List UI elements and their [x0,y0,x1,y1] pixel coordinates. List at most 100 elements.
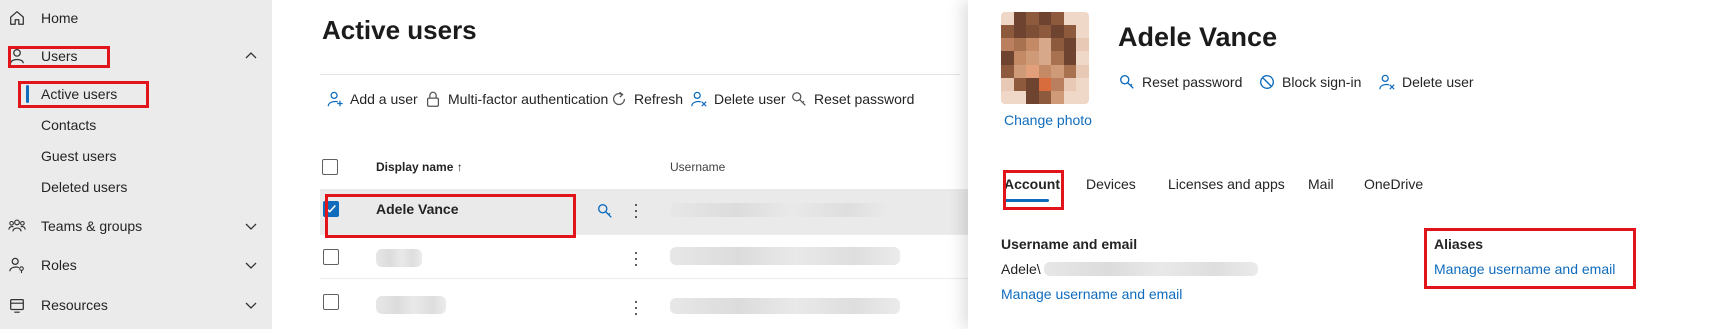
nav-teams-groups[interactable]: Teams & groups [0,210,272,242]
avatar-tile [1076,12,1089,26]
key-search-icon [1120,75,1134,89]
avatar-tile [1063,51,1077,65]
delete-user-button[interactable]: Delete user [690,89,786,109]
delete-user-button[interactable]: Delete user [1378,72,1474,92]
mfa-label: Multi-factor authentication [448,91,609,107]
avatar-tile [1026,77,1039,91]
nav-resources-label: Resources [41,297,108,313]
avatar-tile [1001,77,1014,91]
row-username-redacted [670,203,892,217]
row-display-name-redacted [376,249,422,267]
chevron-down-icon[interactable] [244,298,258,312]
manage-username-link[interactable]: Manage username and email [1001,286,1182,302]
refresh-button[interactable]: Refresh [610,89,683,109]
block-signin-button[interactable]: Block sign-in [1258,72,1361,92]
avatar-tile [1063,38,1077,52]
avatar-tile [1013,77,1027,91]
person-key-icon [9,257,24,274]
nav-home[interactable]: Home [0,2,272,34]
avatar-tile [1051,90,1064,104]
avatar-tile [1051,77,1064,91]
grid-header: Display name ↑ Username [320,152,968,186]
reset-password-label: Reset password [1142,74,1243,90]
avatar-tile [1038,38,1052,52]
avatar-tile [1076,64,1089,78]
username-value-redacted [1044,262,1258,276]
sidebar-item-label: Contacts [41,117,97,133]
avatar-tile [1063,77,1077,91]
avatar-tile [1026,25,1039,39]
column-display-name[interactable]: Display name ↑ [376,160,463,174]
avatar-tile [1038,25,1052,39]
more-actions-icon[interactable]: · · · [633,292,639,322]
avatar-tile [1076,77,1089,91]
table-row[interactable]: · · · [320,237,968,279]
nav-teams-label: Teams & groups [41,218,143,234]
sidebar-item-label: Deleted users [41,179,128,195]
sidebar-item-guest-users[interactable]: Guest users [0,141,272,171]
more-actions-icon[interactable]: · · · [633,243,639,273]
row-display-name-redacted [376,296,446,314]
row-username-redacted [670,298,900,314]
sidebar-item-deleted-users[interactable]: Deleted users [0,172,272,202]
avatar-tile [1001,51,1014,65]
sidebar-item-contacts[interactable]: Contacts [0,110,272,140]
highlight-account-tab [1003,170,1064,210]
avatar-tile [1001,90,1014,104]
avatar-tile [1063,90,1077,104]
chevron-down-icon[interactable] [244,258,258,272]
avatar-tile [1013,90,1027,104]
command-bar: Add a user Multi-factor authentication R… [320,74,960,120]
tab-onedrive[interactable]: OneDrive [1364,176,1423,192]
table-row[interactable]: · · · [320,282,968,324]
highlight-users [8,46,110,68]
avatar-tile [1001,64,1014,78]
row-username-redacted [670,247,900,265]
home-icon [10,11,24,25]
avatar-tile [1051,12,1064,26]
chevron-up-icon[interactable] [244,49,258,63]
row-checkbox[interactable] [323,249,339,265]
tab-mail[interactable]: Mail [1308,176,1334,192]
reset-password-icon[interactable] [596,202,614,220]
row-checkbox[interactable] [323,294,339,310]
chevron-down-icon[interactable] [244,219,258,233]
tab-devices[interactable]: Devices [1086,176,1136,192]
highlight-active-users [18,81,149,108]
avatar-tile [1063,25,1077,39]
add-user-button[interactable]: Add a user [326,89,418,109]
refresh-icon [612,91,626,106]
avatar-tile [1026,90,1039,104]
avatar-tile [1013,51,1027,65]
avatar-tile [1001,25,1014,39]
highlight-adele-row [325,194,576,238]
user-display-name: Adele Vance [1118,22,1278,52]
user-avatar-pixelated [1001,12,1089,104]
person-delete-icon [691,91,707,107]
resources-icon [10,298,24,313]
username-email-heading: Username and email [1001,236,1138,252]
avatar-tile [1051,38,1064,52]
select-all-checkbox[interactable] [322,159,338,175]
avatar-tile [1001,12,1014,26]
avatar-tile [1038,90,1052,104]
lock-icon [426,91,440,107]
nav-resources[interactable]: Resources [0,289,272,321]
avatar-tile [1063,64,1077,78]
reset-password-button[interactable]: Reset password [1118,72,1242,92]
key-search-icon [792,92,806,106]
avatar-tile [1063,12,1077,26]
more-actions-icon[interactable]: · · · [633,195,639,225]
avatar-tile [1013,12,1027,26]
avatar-tile [1038,77,1052,91]
avatar-tile [1013,38,1027,52]
mfa-button[interactable]: Multi-factor authentication [424,89,608,109]
nav-roles[interactable]: Roles [0,249,272,281]
change-photo-link[interactable]: Change photo [1004,112,1092,128]
avatar-tile [1001,38,1014,52]
highlight-aliases [1424,228,1636,289]
avatar-tile [1026,64,1039,78]
tab-licenses-apps[interactable]: Licenses and apps [1168,176,1285,192]
reset-password-button[interactable]: Reset password [790,89,914,109]
column-username[interactable]: Username [670,160,725,174]
